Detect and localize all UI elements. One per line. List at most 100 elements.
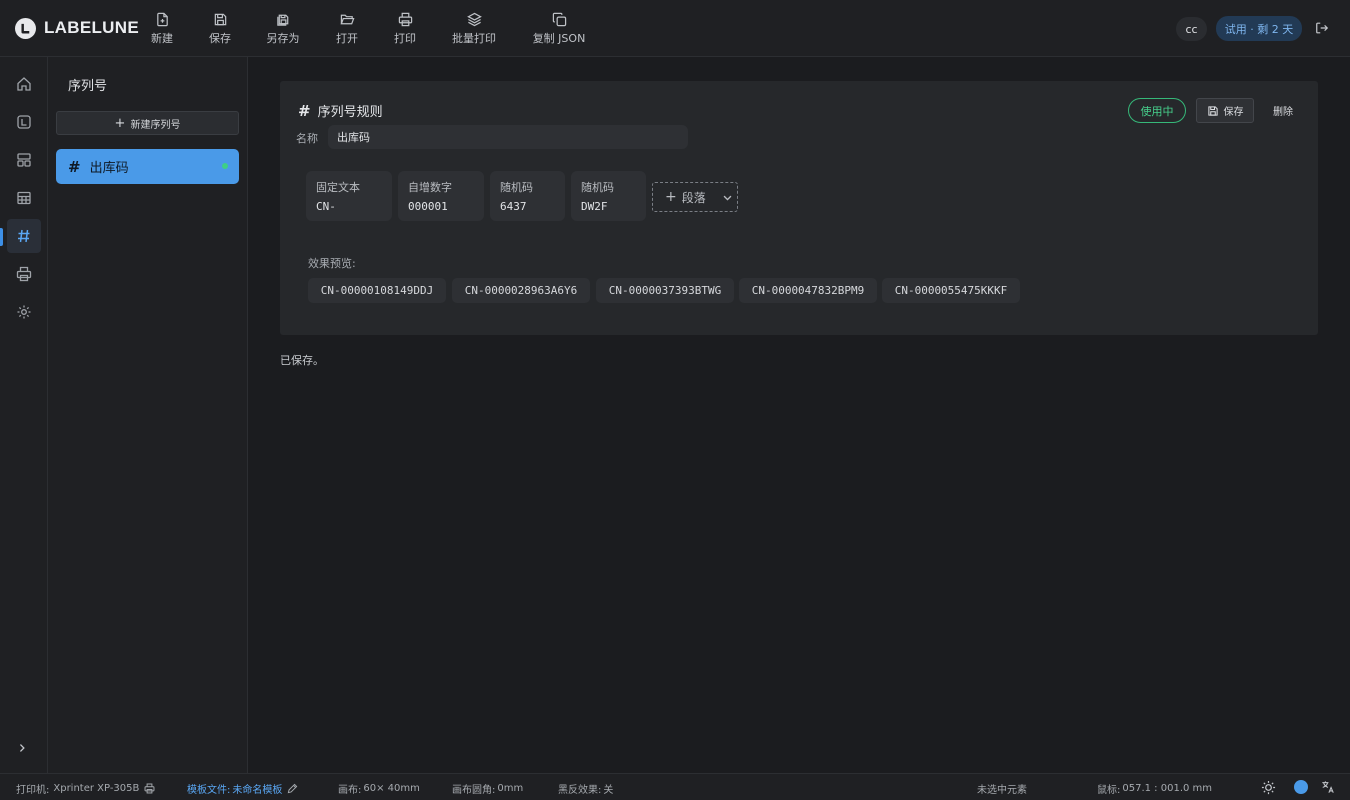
- preview-chip: CN-0000037393BTWG: [596, 278, 734, 303]
- save-button[interactable]: 保存: [207, 12, 233, 46]
- user-avatar[interactable]: cc: [1176, 17, 1207, 41]
- new-serial-button[interactable]: + 新建序列号: [56, 111, 239, 135]
- top-toolbar: LABELUNE 新建 保存 另存为 打开 打印 批量打印 复制 JSON cc…: [0, 0, 1350, 57]
- printer-status-value: Xprinter XP-305B: [53, 783, 140, 794]
- name-input[interactable]: [328, 125, 688, 149]
- open-button-label: 打开: [336, 32, 358, 45]
- template-file-value: 未命名模板: [232, 785, 283, 796]
- segment-value: 000001: [408, 200, 448, 213]
- hash-icon: #: [298, 101, 311, 120]
- chevron-down-icon: [723, 195, 732, 201]
- plus-icon: +: [665, 189, 677, 205]
- language-button[interactable]: [1321, 780, 1335, 794]
- rail-label-button[interactable]: [7, 105, 41, 139]
- rail-home-button[interactable]: [7, 67, 41, 101]
- home-icon: [17, 77, 31, 91]
- save-button-label: 保存: [209, 32, 231, 45]
- active-status-dot: [222, 163, 228, 169]
- card-title: # 序列号规则: [298, 101, 383, 121]
- preview-chip: CN-0000055475KKKF: [882, 278, 1020, 303]
- rail-table-button[interactable]: [7, 181, 41, 215]
- floppy-icon: [1207, 105, 1218, 116]
- serial-list-item-label: 出库码: [89, 161, 129, 176]
- copy-icon: [552, 12, 566, 27]
- accent-color-picker[interactable]: [1294, 780, 1308, 794]
- cursor-position-label: 鼠标:: [1097, 785, 1121, 796]
- expand-sidebar-button[interactable]: [14, 740, 30, 756]
- segment-value: 6437: [500, 200, 527, 213]
- rule-delete-button[interactable]: 删除: [1264, 98, 1302, 123]
- batch-print-button[interactable]: 批量打印: [450, 12, 498, 46]
- card-title-text: 序列号规则: [317, 105, 383, 120]
- floppy-icon: [214, 13, 226, 26]
- save-as-button[interactable]: 另存为: [264, 12, 302, 46]
- rule-save-button-label: 保存: [1223, 107, 1244, 118]
- rail-templates-button[interactable]: [7, 143, 41, 177]
- save-as-button-label: 另存为: [266, 32, 300, 45]
- saved-message: 已保存。: [280, 354, 324, 367]
- cursor-position-status: 鼠标: 057.1 : 001.0 mm: [1097, 781, 1212, 796]
- translate-icon: [1322, 781, 1334, 793]
- rail-print-button[interactable]: [7, 257, 41, 291]
- hash-icon: #: [68, 157, 81, 176]
- segment-type: 自增数字: [408, 181, 452, 194]
- print-button[interactable]: 打印: [392, 12, 418, 46]
- printer-icon: [144, 783, 155, 794]
- rail-active-indicator: [0, 228, 3, 246]
- add-segment-dropdown[interactable]: + 段落: [652, 182, 738, 212]
- cursor-position-value: 057.1 : 001.0 mm: [1122, 783, 1213, 794]
- serial-list-item[interactable]: # 出库码: [56, 149, 239, 184]
- serial-rule-card: # 序列号规则 名称 使用中 保存 删除 固定文本 CN- 自增数字 00000…: [280, 81, 1318, 335]
- template-file-status[interactable]: 模板文件: 未命名模板: [187, 781, 298, 796]
- table-icon: [17, 191, 31, 205]
- segment-random-code[interactable]: 随机码 6437: [490, 171, 565, 221]
- segment-fixed-text[interactable]: 固定文本 CN-: [306, 171, 392, 221]
- in-use-status-badge[interactable]: 使用中: [1128, 98, 1186, 123]
- canvas-size-status: 画布: 60× 40mm: [338, 781, 420, 796]
- brand[interactable]: LABELUNE: [15, 17, 139, 39]
- segment-type: 固定文本: [316, 181, 360, 194]
- sun-icon: [1261, 780, 1276, 795]
- logout-icon: [1316, 22, 1329, 34]
- layers-icon: [466, 12, 482, 27]
- copy-json-button-label: 复制 JSON: [532, 32, 586, 45]
- segment-type: 随机码: [500, 181, 533, 194]
- canvas-radius-value: 0mm: [497, 783, 524, 794]
- invert-effect-value: 关: [603, 785, 614, 796]
- preview-chip: CN-0000047832BPM9: [739, 278, 877, 303]
- canvas-size-label: 画布:: [338, 785, 362, 796]
- batch-print-button-label: 批量打印: [452, 32, 496, 45]
- file-plus-icon: [156, 12, 168, 27]
- segment-value: DW2F: [581, 200, 608, 213]
- label-logo-icon: [15, 17, 36, 39]
- invert-effect-label: 黑反效果:: [558, 785, 602, 796]
- add-segment-label: 段落: [681, 190, 706, 205]
- canvas-radius-status: 画布圆角: 0mm: [452, 781, 523, 796]
- rail-serial-button[interactable]: [7, 219, 41, 253]
- open-button[interactable]: 打开: [334, 12, 360, 46]
- preview-chip: CN-00000108149DDJ: [308, 278, 446, 303]
- rule-save-button[interactable]: 保存: [1196, 98, 1254, 123]
- copy-json-button[interactable]: 复制 JSON: [530, 12, 588, 46]
- segment-type: 随机码: [581, 181, 614, 194]
- canvas-size-value: 60× 40mm: [363, 783, 420, 794]
- printer-icon: [398, 12, 412, 27]
- rail-settings-button[interactable]: [7, 295, 41, 329]
- trial-badge[interactable]: 试用 · 剩 2 天: [1216, 16, 1302, 41]
- status-bar: 打印机: Xprinter XP-305B 模板文件: 未命名模板 画布: 60…: [0, 773, 1350, 800]
- segment-increment-number[interactable]: 自增数字 000001: [398, 171, 484, 221]
- pencil-icon: [288, 783, 298, 794]
- theme-toggle-button[interactable]: [1261, 780, 1276, 795]
- label-icon: [17, 115, 31, 129]
- new-serial-button-label: 新建序列号: [130, 119, 181, 131]
- selection-status: 未选中元素: [977, 785, 1027, 796]
- new-button[interactable]: 新建: [149, 12, 175, 46]
- printer-status[interactable]: 打印机: Xprinter XP-305B: [16, 781, 155, 796]
- segment-random-code[interactable]: 随机码 DW2F: [571, 171, 646, 221]
- folder-open-icon: [340, 14, 354, 25]
- printer-status-label: 打印机:: [16, 785, 50, 796]
- template-file-label: 模板文件:: [187, 785, 231, 796]
- serial-list-panel: 序列号 + 新建序列号 # 出库码: [48, 57, 248, 773]
- logout-button[interactable]: [1313, 19, 1331, 37]
- panel-title: 序列号: [68, 79, 108, 94]
